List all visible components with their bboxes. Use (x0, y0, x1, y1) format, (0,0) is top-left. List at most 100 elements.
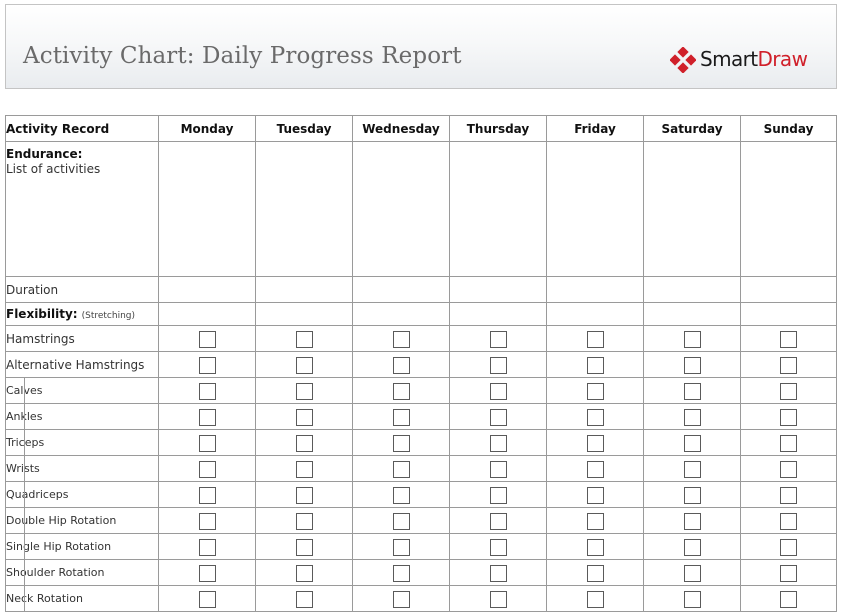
activity-checkbox[interactable] (198, 357, 216, 374)
duration-entry-cell[interactable] (158, 276, 256, 303)
activity-checkbox[interactable] (780, 357, 797, 374)
activity-checkbox[interactable] (586, 383, 604, 400)
endurance-label-cell: Endurance: List of activities (5, 141, 159, 277)
activity-checkbox[interactable] (780, 591, 797, 608)
activity-checkbox[interactable] (295, 357, 313, 374)
activity-checkbox[interactable] (295, 539, 313, 556)
activity-checkbox[interactable] (198, 331, 216, 348)
endurance-entry-cell[interactable] (740, 141, 837, 277)
activity-checkbox[interactable] (586, 565, 604, 582)
checkbox-cell (352, 585, 450, 612)
endurance-entry-cell[interactable] (158, 141, 256, 277)
activity-checkbox[interactable] (295, 591, 313, 608)
activity-checkbox[interactable] (586, 461, 604, 478)
activity-checkbox[interactable] (683, 383, 701, 400)
activity-label: Hamstrings (5, 325, 159, 352)
activity-checkbox[interactable] (295, 331, 313, 348)
activity-checkbox[interactable] (198, 565, 216, 582)
activity-checkbox[interactable] (392, 357, 410, 374)
activity-checkbox[interactable] (489, 539, 507, 556)
activity-checkbox[interactable] (489, 409, 507, 426)
activity-checkbox[interactable] (780, 487, 797, 504)
activity-checkbox[interactable] (295, 565, 313, 582)
activity-checkbox[interactable] (586, 409, 604, 426)
activity-checkbox[interactable] (392, 331, 410, 348)
duration-entry-cell[interactable] (255, 276, 353, 303)
checkbox-cell (740, 351, 837, 378)
duration-entry-cell[interactable] (643, 276, 741, 303)
duration-entry-cell[interactable] (546, 276, 644, 303)
activity-checkbox[interactable] (586, 331, 604, 348)
activity-checkbox[interactable] (198, 539, 216, 556)
activity-checkbox[interactable] (586, 435, 604, 452)
duration-entry-cell[interactable] (352, 276, 450, 303)
activity-checkbox[interactable] (392, 383, 410, 400)
activity-checkbox[interactable] (489, 461, 507, 478)
activity-checkbox[interactable] (683, 539, 701, 556)
indent-divider (24, 586, 25, 611)
activity-checkbox[interactable] (683, 461, 701, 478)
header-day: Friday (546, 115, 644, 142)
activity-checkbox[interactable] (392, 565, 410, 582)
checkbox-cell (740, 325, 837, 352)
activity-checkbox[interactable] (683, 591, 701, 608)
activity-checkbox[interactable] (198, 591, 216, 608)
activity-checkbox[interactable] (683, 513, 701, 530)
endurance-entry-cell[interactable] (255, 141, 353, 277)
activity-checkbox[interactable] (392, 539, 410, 556)
activity-checkbox[interactable] (780, 331, 797, 348)
endurance-entry-cell[interactable] (352, 141, 450, 277)
activity-checkbox[interactable] (295, 461, 313, 478)
activity-checkbox[interactable] (586, 357, 604, 374)
activity-checkbox[interactable] (586, 487, 604, 504)
activity-checkbox[interactable] (780, 513, 797, 530)
activity-checkbox[interactable] (780, 539, 797, 556)
activity-checkbox[interactable] (295, 383, 313, 400)
activity-checkbox[interactable] (489, 487, 507, 504)
activity-checkbox[interactable] (683, 331, 701, 348)
report-header: Activity Chart: Daily Progress Report Sm… (5, 4, 837, 89)
activity-checkbox[interactable] (392, 487, 410, 504)
flexibility-label-cell: Flexibility: (Stretching) (5, 302, 159, 326)
activity-checkbox[interactable] (586, 539, 604, 556)
activity-checkbox[interactable] (489, 591, 507, 608)
endurance-entry-cell[interactable] (546, 141, 644, 277)
activity-checkbox[interactable] (683, 435, 701, 452)
activity-checkbox[interactable] (780, 409, 797, 426)
activity-checkbox[interactable] (198, 487, 216, 504)
activity-checkbox[interactable] (683, 487, 701, 504)
activity-checkbox[interactable] (198, 461, 216, 478)
activity-checkbox[interactable] (392, 435, 410, 452)
endurance-entry-cell[interactable] (449, 141, 547, 277)
activity-checkbox[interactable] (489, 435, 507, 452)
activity-checkbox[interactable] (198, 435, 216, 452)
activity-checkbox[interactable] (392, 513, 410, 530)
activity-checkbox[interactable] (780, 435, 797, 452)
activity-checkbox[interactable] (489, 331, 507, 348)
activity-checkbox[interactable] (392, 591, 410, 608)
activity-checkbox[interactable] (392, 409, 410, 426)
activity-checkbox[interactable] (683, 565, 701, 582)
activity-checkbox[interactable] (295, 409, 313, 426)
activity-checkbox[interactable] (392, 461, 410, 478)
activity-checkbox[interactable] (683, 357, 701, 374)
activity-checkbox[interactable] (198, 383, 216, 400)
activity-checkbox[interactable] (489, 513, 507, 530)
activity-checkbox[interactable] (198, 409, 216, 426)
activity-checkbox[interactable] (489, 565, 507, 582)
activity-checkbox[interactable] (683, 409, 701, 426)
activity-checkbox[interactable] (780, 383, 797, 400)
activity-checkbox[interactable] (198, 513, 216, 530)
activity-checkbox[interactable] (489, 383, 507, 400)
activity-checkbox[interactable] (780, 461, 797, 478)
activity-checkbox[interactable] (295, 513, 313, 530)
activity-checkbox[interactable] (780, 565, 797, 582)
duration-entry-cell[interactable] (449, 276, 547, 303)
endurance-entry-cell[interactable] (643, 141, 741, 277)
activity-checkbox[interactable] (586, 513, 604, 530)
duration-entry-cell[interactable] (740, 276, 837, 303)
activity-checkbox[interactable] (295, 435, 313, 452)
activity-checkbox[interactable] (586, 591, 604, 608)
activity-checkbox[interactable] (295, 487, 313, 504)
activity-checkbox[interactable] (489, 357, 507, 374)
